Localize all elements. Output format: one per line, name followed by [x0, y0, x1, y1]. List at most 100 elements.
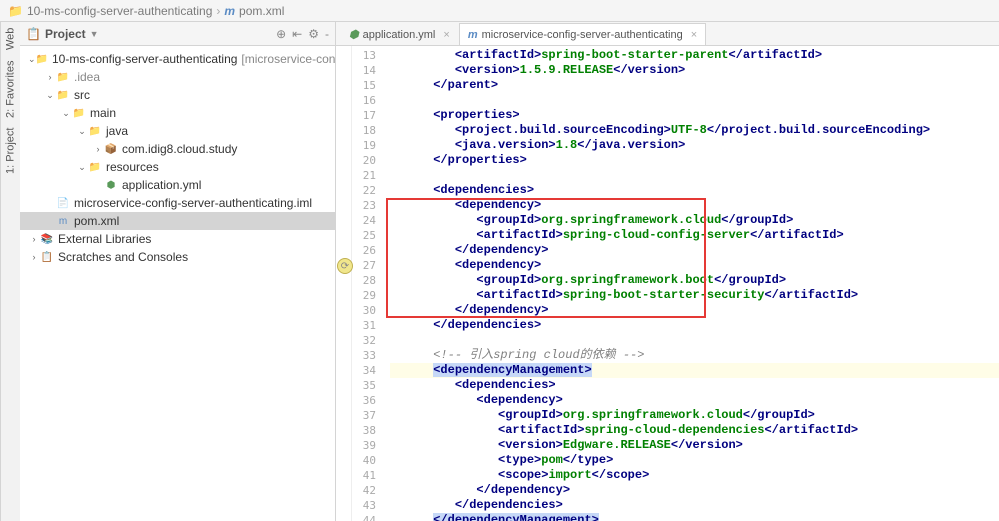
line-number: 27 — [352, 258, 376, 273]
gutter-marker-icon[interactable]: ⟳ — [337, 258, 353, 274]
code-line — [390, 168, 999, 183]
editor-tab[interactable]: m microservice-config-server-authenticati… — [459, 23, 706, 45]
code-line: <java.version>1.8</java.version> — [390, 138, 999, 153]
tree-node[interactable]: 📄microservice-config-server-authenticati… — [20, 194, 335, 212]
collapse-icon[interactable]: ⇤ — [292, 27, 302, 41]
close-icon[interactable]: × — [691, 29, 697, 41]
gutter-fold[interactable]: ⟳ — [336, 46, 352, 521]
line-number: 33 — [352, 348, 376, 363]
breadcrumb: 📁 10-ms-config-server-authenticating › m… — [0, 0, 999, 22]
line-number: 37 — [352, 408, 376, 423]
code-line: </dependency> — [390, 483, 999, 498]
tree-arrow-icon[interactable]: ⌄ — [76, 162, 88, 173]
tree-arrow-icon[interactable]: ⌄ — [60, 108, 72, 119]
left-tool-window-bar: 1: Project 2: Favorites Web — [0, 22, 20, 521]
tree-arrow-icon[interactable]: ⌄ — [76, 126, 88, 137]
line-number: 22 — [352, 183, 376, 198]
file-type-icon: m — [468, 29, 478, 41]
line-number: 40 — [352, 453, 376, 468]
code-line: </dependency> — [390, 243, 999, 258]
tree-node-label: application.yml — [122, 178, 201, 192]
tree-arrow-icon[interactable]: › — [28, 234, 40, 244]
project-title[interactable]: 📋 Project ▼ — [26, 27, 99, 41]
tree-node[interactable]: ⌄📁java — [20, 122, 335, 140]
line-number: 23 — [352, 198, 376, 213]
tool-window-button[interactable]: 2: Favorites — [1, 60, 20, 117]
tool-window-button[interactable]: Web — [1, 28, 20, 50]
code-line: <version>Edgware.RELEASE</version> — [390, 438, 999, 453]
code-line: <type>pom</type> — [390, 453, 999, 468]
tool-window-button[interactable]: 1: Project — [1, 128, 20, 174]
line-number: 31 — [352, 318, 376, 333]
editor-tab[interactable]: ⬢application.yml× — [340, 23, 459, 45]
line-number: 32 — [352, 333, 376, 348]
tree-node-label: main — [90, 106, 116, 120]
tree-node[interactable]: ⌄📁resources — [20, 158, 335, 176]
breadcrumb-file[interactable]: m pom.xml — [224, 4, 284, 18]
tree-node[interactable]: ›📁.idea — [20, 68, 335, 86]
code-line: <artifactId>spring-cloud-dependencies</a… — [390, 423, 999, 438]
line-number: 39 — [352, 438, 376, 453]
tree-node-icon: 📁 — [56, 88, 70, 102]
tree-node-label: Scratches and Consoles — [58, 250, 188, 264]
breadcrumb-project[interactable]: 📁 10-ms-config-server-authenticating — [8, 4, 212, 18]
tree-node-icon: 📁 — [88, 124, 102, 138]
folder-icon: 📁 — [8, 4, 23, 18]
project-tree[interactable]: ⌄📁10-ms-config-server-authenticating [mi… — [20, 46, 335, 270]
tree-node-icon: 📁 — [36, 52, 48, 66]
code-line: <version>1.5.9.RELEASE</version> — [390, 63, 999, 78]
code-line — [390, 333, 999, 348]
code-line: </dependency> — [390, 303, 999, 318]
line-number: 43 — [352, 498, 376, 513]
code-content[interactable]: <artifactId>spring-boot-starter-parent</… — [382, 46, 999, 521]
tree-node[interactable]: ⌄📁 main — [20, 104, 335, 122]
line-number: 30 — [352, 303, 376, 318]
close-icon[interactable]: × — [443, 29, 449, 41]
file-type-icon: ⬢ — [349, 28, 359, 41]
line-number: 17 — [352, 108, 376, 123]
line-number: 13 — [352, 48, 376, 63]
tree-node[interactable]: mpom.xml — [20, 212, 335, 230]
line-number: 18 — [352, 123, 376, 138]
tree-node[interactable]: ⬢ application.yml — [20, 176, 335, 194]
tree-arrow-icon[interactable]: › — [44, 72, 56, 82]
tree-node-icon: 📁 — [72, 106, 86, 120]
code-line: <artifactId>spring-boot-starter-security… — [390, 288, 999, 303]
tree-node[interactable]: ⌄📁 10-ms-config-server-authenticating [mi… — [20, 50, 335, 68]
tree-node[interactable]: ›📚External Libraries — [20, 230, 335, 248]
editor-tabs: ⬢application.yml× m microservice-config-se… — [336, 22, 999, 46]
code-line: <dependency> — [390, 393, 999, 408]
tree-node-icon: ⬢ — [104, 178, 118, 192]
chevron-right-icon: › — [216, 4, 220, 18]
code-line: </dependencies> — [390, 498, 999, 513]
tree-node-label: .idea — [74, 70, 100, 84]
hide-icon[interactable]: - — [325, 27, 329, 41]
gear-icon[interactable]: ⚙ — [308, 27, 319, 41]
editor-body[interactable]: ⟳ 13141516171819202122232425262728293031… — [336, 46, 999, 521]
tree-node[interactable]: ›📋Scratches and Consoles — [20, 248, 335, 266]
code-line: <groupId>org.springframework.cloud</grou… — [390, 213, 999, 228]
tree-arrow-icon[interactable]: › — [92, 144, 104, 154]
line-number: 28 — [352, 273, 376, 288]
tree-arrow-icon[interactable]: ⌄ — [44, 90, 56, 101]
dropdown-icon: ▼ — [90, 29, 99, 39]
tree-node[interactable]: ⌄📁src — [20, 86, 335, 104]
code-line: <properties> — [390, 108, 999, 123]
tree-node[interactable]: ›📦com.idig8.cloud.study — [20, 140, 335, 158]
tree-arrow-icon[interactable]: › — [28, 252, 40, 262]
line-number: 20 — [352, 153, 376, 168]
line-number: 42 — [352, 483, 376, 498]
code-line: <!-- 引入spring cloud的依赖 --> — [390, 348, 999, 363]
line-number: 15 — [352, 78, 376, 93]
autoscroll-icon[interactable]: ⊕ — [276, 27, 286, 41]
tree-node-label: pom.xml — [74, 214, 119, 228]
line-number: 41 — [352, 468, 376, 483]
tree-node-label: 10-ms-config-server-authenticating — [52, 52, 237, 66]
tree-arrow-icon[interactable]: ⌄ — [28, 54, 36, 65]
code-line — [390, 93, 999, 108]
code-line: <groupId>org.springframework.cloud</grou… — [390, 408, 999, 423]
line-number: 25 — [352, 228, 376, 243]
tab-label: microservice-config-server-authenticatin… — [482, 29, 683, 41]
tree-node-hint: [microservice-config-server-authenti — [241, 52, 335, 66]
project-title-label: Project — [45, 27, 86, 41]
